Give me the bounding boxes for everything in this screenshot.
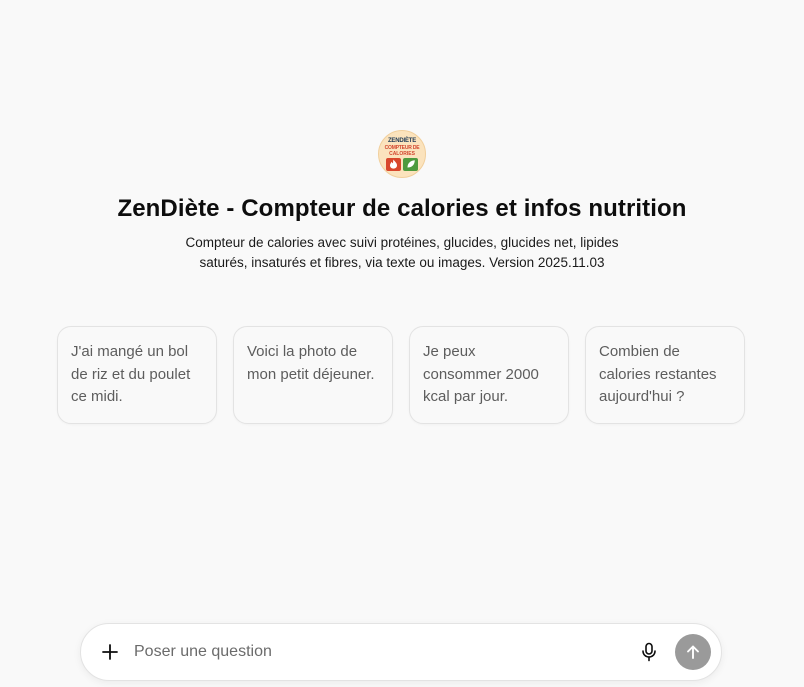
add-attachment-button[interactable] bbox=[92, 634, 128, 670]
dictate-button[interactable] bbox=[633, 636, 665, 668]
app-logo: ZENDIÈTE COMPTEUR DE CALORIES bbox=[378, 130, 426, 178]
page: ZENDIÈTE COMPTEUR DE CALORIES ZenDiète -… bbox=[0, 0, 804, 687]
gpt-description: Compteur de calories avec suivi protéine… bbox=[185, 235, 619, 270]
leaf-icon bbox=[403, 157, 418, 171]
fire-icon bbox=[386, 157, 401, 171]
page-title: ZenDiète - Compteur de calories et infos… bbox=[117, 195, 687, 222]
suggestion-card[interactable]: J'ai mangé un bol de riz et du poulet ce… bbox=[57, 326, 217, 424]
plus-icon bbox=[102, 644, 118, 660]
suggestion-cards: J'ai mangé un bol de riz et du poulet ce… bbox=[57, 326, 745, 424]
send-button[interactable] bbox=[675, 634, 711, 670]
logo-text-calories: CALORIES bbox=[389, 150, 415, 157]
logo-text-brand: ZENDIÈTE bbox=[387, 137, 417, 144]
suggestion-card[interactable]: Combien de calories restantes aujourd'hu… bbox=[585, 326, 745, 424]
microphone-icon bbox=[642, 642, 656, 662]
message-composer bbox=[80, 623, 722, 681]
suggestion-card[interactable]: Voici la photo de mon petit déjeuner. bbox=[233, 326, 393, 424]
arrow-up-icon bbox=[687, 645, 699, 659]
question-input[interactable] bbox=[134, 634, 633, 670]
logo-icons bbox=[386, 157, 418, 171]
suggestion-card[interactable]: Je peux consommer 2000 kcal par jour. bbox=[409, 326, 569, 424]
gpt-header: ZENDIÈTE COMPTEUR DE CALORIES ZenDiète -… bbox=[0, 130, 804, 272]
